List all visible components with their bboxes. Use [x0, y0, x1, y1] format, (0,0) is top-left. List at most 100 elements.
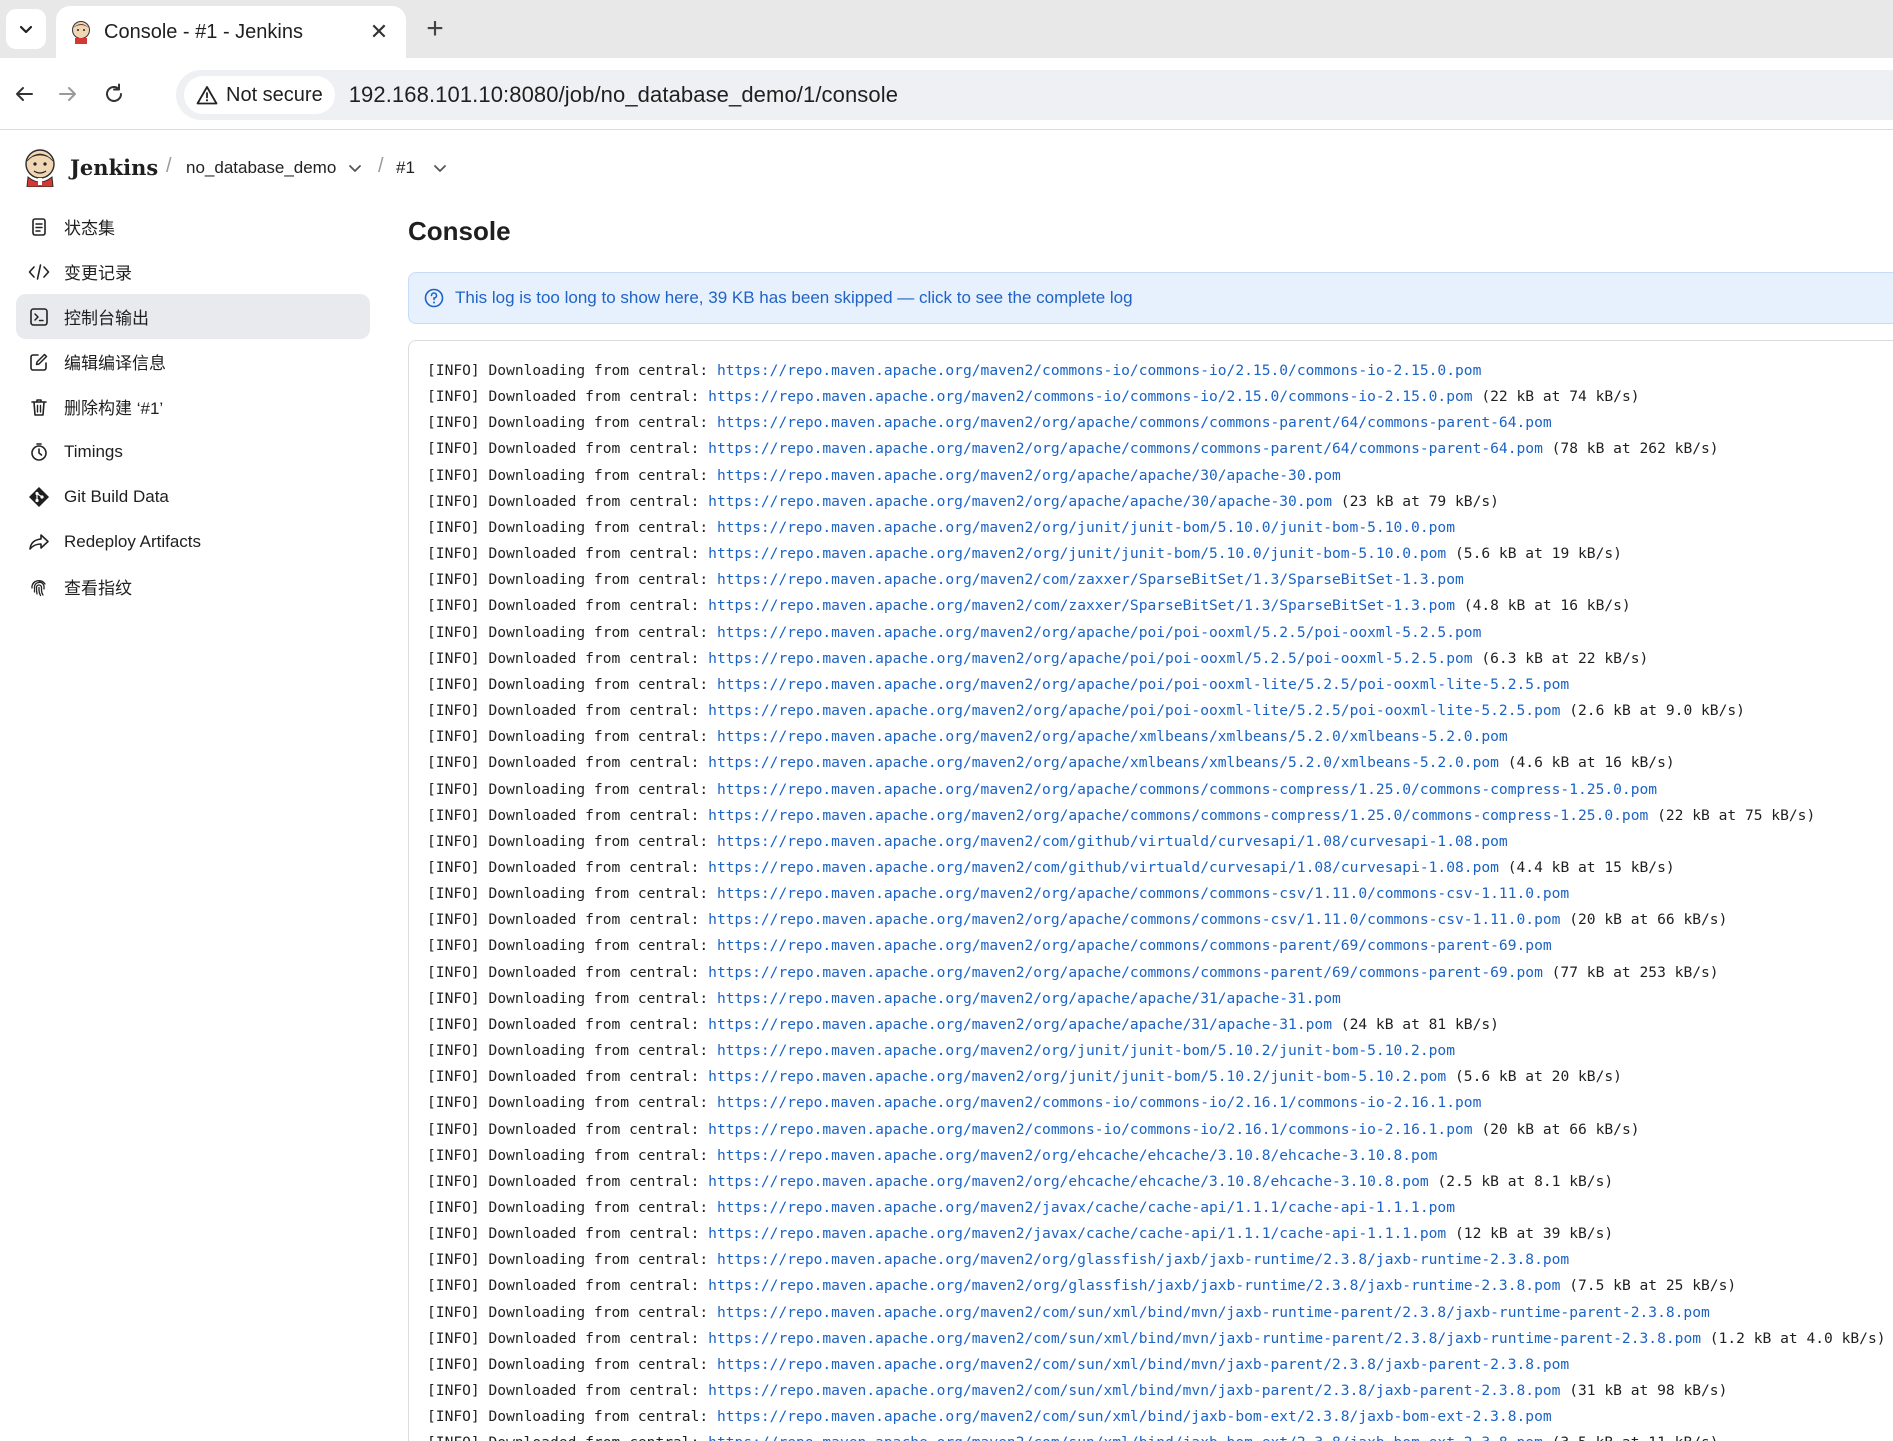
log-line-url[interactable]: https://repo.maven.apache.org/maven2/com… [717, 1094, 1481, 1111]
breadcrumb-job[interactable]: no_database_demo [186, 158, 336, 178]
sidebar-item-changes[interactable]: 变更记录 [16, 249, 370, 294]
sidebar-item-redeploy-artifacts[interactable]: Redeploy Artifacts [16, 519, 370, 564]
log-line: [INFO] Downloading from central: https:/… [427, 515, 1893, 541]
log-line-url[interactable]: https://repo.maven.apache.org/maven2/org… [708, 964, 1543, 981]
reload-button[interactable] [96, 76, 132, 112]
log-line-suffix: (5.6 kB at 19 kB/s) [1446, 545, 1622, 563]
log-line-url[interactable]: https://repo.maven.apache.org/maven2/org… [708, 911, 1560, 928]
log-line-url[interactable]: https://repo.maven.apache.org/maven2/com… [708, 1382, 1560, 1399]
log-line-prefix: [INFO] Downloaded from central: [427, 963, 709, 981]
log-line-url[interactable]: https://repo.maven.apache.org/maven2/org… [708, 1068, 1446, 1085]
log-line-url[interactable]: https://repo.maven.apache.org/maven2/org… [717, 676, 1569, 693]
log-line-suffix: (2.5 kB at 8.1 kB/s) [1428, 1172, 1614, 1190]
log-line-url[interactable]: https://repo.maven.apache.org/maven2/com… [708, 597, 1455, 614]
log-line-prefix: [INFO] Downloading from central: [427, 623, 717, 641]
log-line-prefix: [INFO] Downloading from central: [427, 1303, 717, 1321]
log-line-url[interactable]: https://repo.maven.apache.org/maven2/org… [708, 1173, 1428, 1190]
log-line-url[interactable]: https://repo.maven.apache.org/maven2/org… [708, 545, 1446, 562]
log-line-url[interactable]: https://repo.maven.apache.org/maven2/org… [717, 519, 1455, 536]
security-chip[interactable]: Not secure [184, 76, 335, 114]
url-text[interactable]: 192.168.101.10:8080/job/no_database_demo… [349, 82, 898, 108]
log-line-suffix: (7.5 kB at 25 kB/s) [1560, 1277, 1737, 1295]
log-line-url[interactable]: https://repo.maven.apache.org/maven2/org… [717, 414, 1552, 431]
log-line-prefix: [INFO] Downloaded from central: [427, 1225, 709, 1243]
forward-button[interactable] [50, 76, 86, 112]
log-line-url[interactable]: https://repo.maven.apache.org/maven2/org… [708, 440, 1543, 457]
chevron-down-icon[interactable] [431, 159, 449, 177]
log-line: [INFO] Downloading from central: https:/… [427, 1195, 1893, 1221]
log-line-prefix: [INFO] Downloaded from central: [427, 1329, 709, 1347]
full-log-link[interactable]: This log is too long to show here, 39 KB… [455, 288, 1133, 308]
log-line-url[interactable]: https://repo.maven.apache.org/maven2/com… [717, 1356, 1569, 1373]
log-line-url[interactable]: https://repo.maven.apache.org/maven2/org… [708, 702, 1560, 719]
help-circle-icon [424, 288, 444, 308]
new-tab-button[interactable]: + [418, 12, 452, 46]
jenkins-logo-icon[interactable] [22, 147, 58, 187]
log-line-url[interactable]: https://repo.maven.apache.org/maven2/com… [708, 1121, 1472, 1138]
log-line-url[interactable]: https://repo.maven.apache.org/maven2/com… [708, 859, 1499, 876]
log-line-prefix: [INFO] Downloaded from central: [427, 597, 709, 615]
log-line-url[interactable]: https://repo.maven.apache.org/maven2/org… [717, 1251, 1569, 1268]
tab-close-icon[interactable]: ✕ [366, 19, 392, 45]
log-line-url[interactable]: https://repo.maven.apache.org/maven2/org… [717, 1147, 1437, 1164]
browser-tab-active[interactable]: Console - #1 - Jenkins ✕ [56, 6, 406, 58]
log-line-url[interactable]: https://repo.maven.apache.org/maven2/org… [717, 885, 1569, 902]
sidebar-item-fingerprints[interactable]: 查看指纹 [16, 564, 370, 609]
sidebar-item-delete-build[interactable]: 删除构建 ‘#1’ [16, 384, 370, 429]
log-line-url[interactable]: https://repo.maven.apache.org/maven2/org… [717, 624, 1481, 641]
log-line-url[interactable]: https://repo.maven.apache.org/maven2/com… [717, 1304, 1710, 1321]
log-line-url[interactable]: https://repo.maven.apache.org/maven2/org… [717, 728, 1508, 745]
log-line-prefix: [INFO] Downloaded from central: [427, 1382, 709, 1400]
log-line-prefix: [INFO] Downloading from central: [427, 1355, 717, 1373]
sidebar-item-git-build-data[interactable]: Git Build Data [16, 474, 370, 519]
sidebar-item-label: Timings [64, 441, 123, 461]
log-line-prefix: [INFO] Downloading from central: [427, 675, 717, 693]
log-line-url[interactable]: https://repo.maven.apache.org/maven2/org… [717, 467, 1341, 484]
log-line-url[interactable]: https://repo.maven.apache.org/maven2/com… [717, 1408, 1552, 1425]
log-line-url[interactable]: https://repo.maven.apache.org/maven2/org… [708, 493, 1332, 510]
log-line-url[interactable]: https://repo.maven.apache.org/maven2/com… [708, 1330, 1701, 1347]
log-line-url[interactable]: https://repo.maven.apache.org/maven2/com… [708, 1434, 1543, 1441]
sidebar-item-timings[interactable]: Timings [16, 429, 370, 474]
log-line-url[interactable]: https://repo.maven.apache.org/maven2/org… [708, 754, 1499, 771]
log-line-prefix: [INFO] Downloading from central: [427, 989, 717, 1007]
breadcrumb-build[interactable]: #1 [396, 158, 415, 178]
chevron-down-icon[interactable] [346, 159, 364, 177]
log-line-url[interactable]: https://repo.maven.apache.org/maven2/org… [708, 650, 1472, 667]
tab-search-button[interactable] [6, 9, 46, 49]
log-line-url[interactable]: https://repo.maven.apache.org/maven2/com… [708, 388, 1472, 405]
back-button[interactable] [6, 76, 42, 112]
log-line: [INFO] Downloaded from central: https://… [427, 489, 1893, 515]
sidebar-item-console-output[interactable]: 控制台输出 [16, 294, 370, 339]
log-line-suffix: (2.6 kB at 9.0 kB/s) [1560, 702, 1745, 720]
log-line: [INFO] Downloading from central: https:/… [427, 358, 1893, 384]
log-line-prefix: [INFO] Downloaded from central: [427, 1434, 708, 1441]
log-line-url[interactable]: https://repo.maven.apache.org/maven2/org… [708, 807, 1648, 824]
log-line-url[interactable]: https://repo.maven.apache.org/maven2/jav… [708, 1225, 1446, 1242]
log-line-url[interactable]: https://repo.maven.apache.org/maven2/org… [708, 1277, 1560, 1294]
log-line-suffix: (78 kB at 262 kB/s) [1542, 440, 1719, 458]
log-line-url[interactable]: https://repo.maven.apache.org/maven2/org… [717, 781, 1657, 798]
log-line-prefix: [INFO] Downloaded from central: [427, 702, 709, 720]
log-line-prefix: [INFO] Downloaded from central: [427, 911, 709, 929]
log-line-url[interactable]: https://repo.maven.apache.org/maven2/org… [717, 990, 1341, 1007]
log-line-prefix: [INFO] Downloading from central: [427, 414, 717, 432]
log-line-url[interactable]: https://repo.maven.apache.org/maven2/org… [717, 937, 1552, 954]
address-bar[interactable]: Not secure 192.168.101.10:8080/job/no_da… [176, 70, 1893, 120]
browser-toolbar: Not secure 192.168.101.10:8080/job/no_da… [0, 58, 1893, 130]
log-line-prefix: [INFO] Downloaded from central: [427, 1068, 709, 1086]
tab-title: Console - #1 - Jenkins [104, 20, 303, 43]
log-line-suffix: (77 kB at 253 kB/s) [1542, 963, 1719, 981]
log-line-url[interactable]: https://repo.maven.apache.org/maven2/com… [717, 571, 1464, 588]
log-line-url[interactable]: https://repo.maven.apache.org/maven2/com… [717, 362, 1481, 379]
sidebar-item-edit-build-info[interactable]: 编辑编译信息 [16, 339, 370, 384]
log-line: [INFO] Downloaded from central: https://… [427, 541, 1893, 567]
log-line-url[interactable]: https://repo.maven.apache.org/maven2/jav… [717, 1199, 1455, 1216]
log-line-url[interactable]: https://repo.maven.apache.org/maven2/com… [717, 833, 1508, 850]
log-line-url[interactable]: https://repo.maven.apache.org/maven2/org… [717, 1042, 1455, 1059]
app-name[interactable]: Jenkins [70, 155, 158, 180]
sidebar-item-status[interactable]: 状态集 [16, 204, 370, 249]
log-line-url[interactable]: https://repo.maven.apache.org/maven2/org… [708, 1016, 1332, 1033]
arrow-right-icon [59, 87, 76, 101]
log-line: [INFO] Downloaded from central: https://… [427, 1326, 1893, 1352]
